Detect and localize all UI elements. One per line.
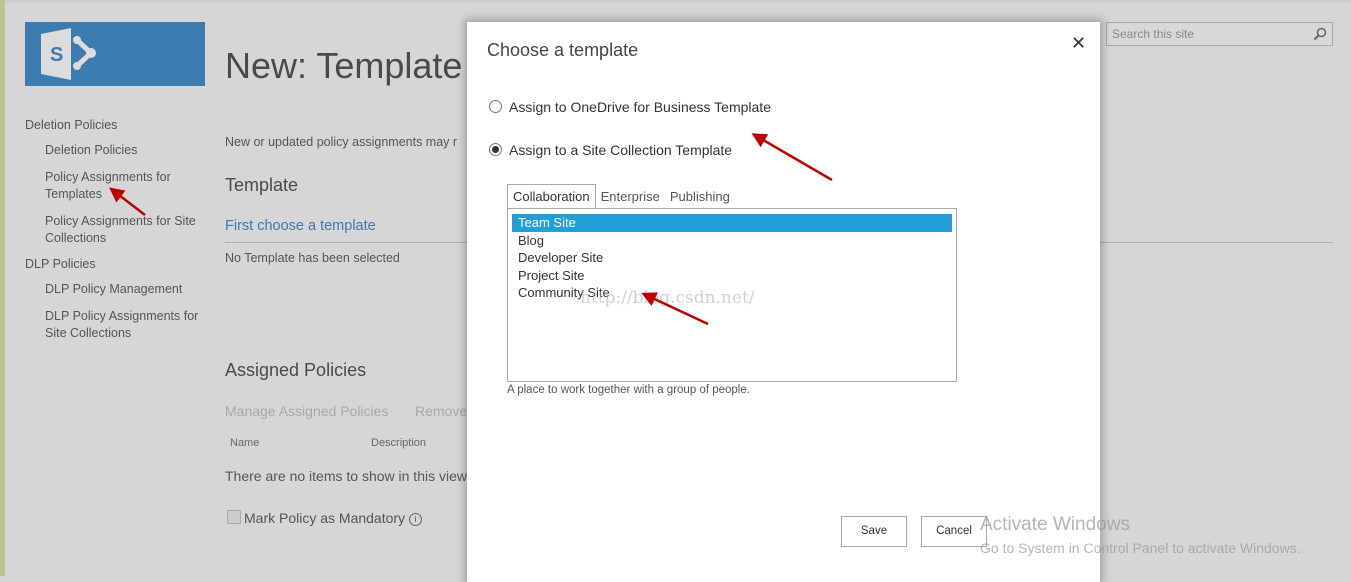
mandatory-checkbox[interactable] [227, 510, 241, 524]
column-header-description[interactable]: Description [371, 437, 426, 449]
template-item-team-site[interactable]: Team Site [512, 214, 952, 232]
search-icon[interactable] [1313, 27, 1327, 41]
no-template-text: No Template has been selected [225, 251, 400, 265]
close-icon[interactable]: ✕ [1071, 33, 1086, 54]
assigned-policies-heading: Assigned Policies [225, 360, 367, 380]
nav-item-deletion-policies[interactable]: Deletion Policies [25, 142, 205, 159]
info-icon[interactable]: i [408, 513, 422, 526]
mandatory-label: Mark Policy as Mandatory [244, 510, 406, 526]
radio-site-collection[interactable] [489, 143, 502, 156]
window-edge [0, 0, 5, 576]
option-onedrive[interactable]: Assign to OneDrive for Business Template [489, 99, 771, 115]
choose-template-dialog: Choose a template ✕ Assign to OneDrive f… [467, 22, 1100, 582]
nav-item-policy-assignments-templates[interactable]: Policy Assignments for Templates [25, 169, 205, 203]
remove-link[interactable]: Remove [415, 403, 467, 419]
radio-onedrive[interactable] [489, 100, 502, 113]
activate-windows-subtext: Go to System in Control Panel to activat… [980, 540, 1301, 556]
nav-item-dlp-policy-assignments[interactable]: DLP Policy Assignments for Site Collecti… [25, 308, 205, 342]
tab-collaboration[interactable]: Collaboration [507, 184, 596, 208]
column-header-name[interactable]: Name [230, 437, 259, 449]
policy-notice: New or updated policy assignments may r [225, 135, 458, 149]
watermark: http://blog.csdn.net/ [580, 288, 755, 308]
sharepoint-logo[interactable]: S [25, 22, 205, 86]
template-item-project-site[interactable]: Project Site [512, 267, 952, 285]
nav-item-dlp-policy-management[interactable]: DLP Policy Management [25, 281, 205, 298]
template-item-blog[interactable]: Blog [512, 232, 952, 250]
search-box[interactable]: Search this site [1106, 22, 1333, 46]
save-button[interactable]: Save [841, 516, 907, 547]
nav-heading-deletion-policies[interactable]: Deletion Policies [25, 118, 205, 132]
option-onedrive-label: Assign to OneDrive for Business Template [509, 99, 771, 115]
choose-template-link[interactable]: First choose a template [225, 218, 376, 234]
top-bar [5, 0, 1351, 3]
left-navigation: Deletion Policies Deletion Policies Poli… [25, 118, 205, 352]
nav-item-policy-assignments-site-collections[interactable]: Policy Assignments for Site Collections [25, 213, 205, 247]
sharepoint-icon: S [41, 28, 96, 80]
activate-windows-title: Activate Windows [980, 514, 1130, 535]
empty-view-text: There are no items to show in this view [225, 468, 467, 484]
tab-enterprise[interactable]: Enterprise [596, 185, 665, 207]
nav-heading-dlp-policies[interactable]: DLP Policies [25, 257, 205, 271]
tab-publishing[interactable]: Publishing [665, 185, 735, 207]
template-tabs: Collaboration Enterprise Publishing [507, 184, 735, 208]
mandatory-row: Mark Policy as Mandatory i [227, 510, 422, 526]
cancel-button[interactable]: Cancel [921, 516, 987, 547]
template-item-developer-site[interactable]: Developer Site [512, 249, 952, 267]
svg-text:S: S [50, 44, 63, 66]
template-description: A place to work together with a group of… [507, 384, 750, 396]
option-site-collection[interactable]: Assign to a Site Collection Template [489, 142, 732, 158]
manage-assigned-policies-link[interactable]: Manage Assigned Policies [225, 403, 388, 419]
search-placeholder: Search this site [1112, 27, 1195, 41]
dialog-title: Choose a template [487, 40, 639, 60]
template-heading: Template [225, 175, 299, 195]
option-site-collection-label: Assign to a Site Collection Template [509, 142, 733, 158]
